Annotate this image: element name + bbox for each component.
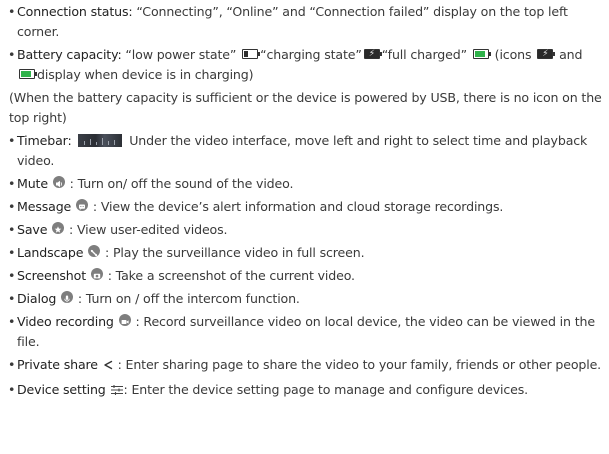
- term-video-recording: Video recording: [17, 314, 114, 329]
- term-private-share: Private share: [17, 357, 98, 372]
- camera-icon: [90, 268, 103, 280]
- list-item-timebar: Timebar: Under the video interface, move…: [8, 131, 603, 171]
- battery-and-label: and: [559, 47, 583, 62]
- document: Connection status: “Connecting”, “Online…: [0, 0, 609, 402]
- term-screenshot: Screenshot: [17, 268, 86, 283]
- settings-sliders-icon: [110, 382, 124, 402]
- video-recording-icon: [118, 314, 131, 326]
- battery-charging-icon: ⚡: [363, 49, 382, 59]
- battery-low-label: “low power state”: [121, 47, 237, 62]
- battery-full-label: “full charged”: [381, 47, 467, 62]
- desc-screenshot: : Take a screenshot of the current video…: [103, 268, 355, 283]
- desc-dialog: : Turn on / off the intercom function.: [74, 291, 300, 306]
- list-item-private-share: Private share : Enter sharing page to sh…: [8, 355, 603, 377]
- list-item-mute: Mute : Turn on/ off the sound of the vid…: [8, 174, 603, 194]
- list-item-battery-capacity: Battery capacity: “low power state” “cha…: [8, 45, 603, 85]
- list-item-video-recording: Video recording : Record surveillance vi…: [8, 312, 603, 352]
- desc-private-share: : Enter sharing page to share the video …: [113, 357, 602, 372]
- battery-full-icon-2: [19, 69, 37, 79]
- term-timebar: Timebar:: [17, 133, 72, 148]
- desc-mute: : Turn on/ off the sound of the video.: [65, 176, 294, 191]
- list-item-screenshot: Screenshot : Take a screenshot of the cu…: [8, 266, 603, 286]
- timebar-thumbnail-icon: [78, 134, 123, 147]
- desc-save: : View user-edited videos.: [65, 222, 228, 237]
- term-mute: Mute: [17, 176, 48, 191]
- list-item-message: Message : View the device’s alert inform…: [8, 197, 603, 217]
- list-item-save: Save : View user-edited videos.: [8, 220, 603, 240]
- share-icon: [102, 357, 114, 377]
- battery-charging-label: “charging state”: [260, 47, 362, 62]
- battery-charging-icon-2: ⚡: [537, 49, 556, 59]
- message-icon: [76, 199, 89, 211]
- battery-low-icon: [242, 49, 261, 59]
- microphone-icon: [61, 291, 74, 303]
- battery-icons-prefix: (icons: [490, 47, 532, 62]
- battery-charging-desc: display when device is in charging): [37, 67, 254, 82]
- list-item-landscape: Landscape : Play the surveillance video …: [8, 243, 603, 263]
- desc-device-setting: : Enter the device setting page to manag…: [123, 382, 529, 397]
- star-icon: [52, 222, 65, 234]
- term-save: Save: [17, 222, 48, 237]
- battery-note: (When the battery capacity is sufficient…: [9, 90, 602, 125]
- desc-message: : View the device’s alert information an…: [89, 199, 504, 214]
- speaker-icon: [52, 176, 65, 188]
- term-message: Message: [17, 199, 72, 214]
- term-battery-capacity: Battery capacity:: [17, 47, 122, 62]
- term-dialog: Dialog: [17, 291, 57, 306]
- term-landscape: Landscape: [17, 245, 84, 260]
- landscape-icon: [88, 245, 101, 257]
- battery-full-icon: [472, 49, 491, 59]
- list-item-device-setting: Device setting : Enter the device settin…: [8, 380, 603, 402]
- term-connection-status: Connection status:: [17, 4, 133, 19]
- term-device-setting: Device setting: [17, 382, 106, 397]
- list-item-dialog: Dialog : Turn on / off the intercom func…: [8, 289, 603, 309]
- list-item-connection-status: Connection status: “Connecting”, “Online…: [8, 2, 603, 42]
- desc-landscape: : Play the surveillance video in full sc…: [101, 245, 365, 260]
